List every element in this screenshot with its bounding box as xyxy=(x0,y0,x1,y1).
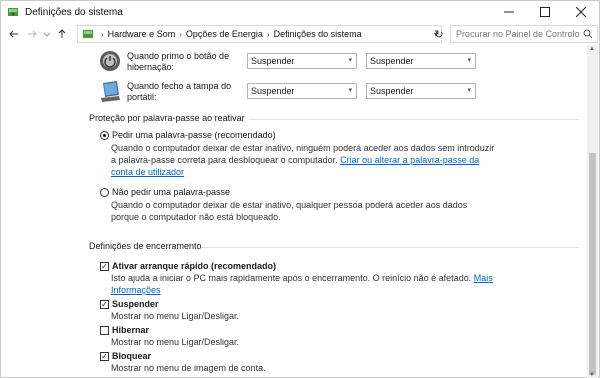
fast-startup-description: Isto ajuda a iniciar o PC mais rapidamen… xyxy=(111,272,496,296)
fast-startup-checkbox[interactable]: ✓ xyxy=(100,262,109,271)
control-panel-icon xyxy=(8,8,18,16)
no-password-radio[interactable] xyxy=(100,188,109,197)
hibernation-button-icon xyxy=(100,51,120,71)
description-text: Isto ajuda a iniciar o PC mais rapidamen… xyxy=(111,273,472,283)
forward-arrow-icon xyxy=(28,30,37,38)
lock-checkbox[interactable]: ✓ xyxy=(100,352,109,361)
close-icon xyxy=(576,7,586,17)
breadcrumb-separator-icon: › xyxy=(101,29,104,39)
lid-close-label: Quando fecho a tampa do portátil: xyxy=(127,81,232,102)
breadcrumb-separator-icon: › xyxy=(179,29,182,39)
navigation-bar: › Hardware e Som › Opções de Energia › D… xyxy=(1,23,599,45)
minimize-icon xyxy=(504,11,514,13)
vertical-scrollbar[interactable]: ▲ ▼ xyxy=(587,45,598,378)
no-password-label[interactable]: Não pedir uma palavra-passe xyxy=(112,187,230,197)
window-title: Definições do sistema xyxy=(25,6,123,18)
scrollbar-thumb[interactable] xyxy=(589,153,596,375)
sleep-description: Mostrar no menu Ligar/Desligar. xyxy=(111,311,240,321)
lock-description: Mostrar no menu de imagem de conta. xyxy=(111,363,266,373)
chevron-down-icon: ▾ xyxy=(467,87,471,94)
scroll-down-icon[interactable]: ▼ xyxy=(589,372,595,378)
lid-plugged-select[interactable]: Suspender ▾ xyxy=(366,83,476,99)
minimize-button[interactable] xyxy=(491,1,527,23)
require-password-label[interactable]: Pedir uma palavra-passe (recomendado) xyxy=(112,130,276,140)
up-button[interactable] xyxy=(53,25,71,43)
laptop-lid-icon xyxy=(101,81,120,102)
close-button[interactable] xyxy=(563,1,599,23)
power-button-row: Quando primo o botão de hibernação: Susp… xyxy=(99,49,579,75)
divider xyxy=(201,247,579,248)
search-input[interactable]: Procurar no Painel de Controlo xyxy=(450,25,598,43)
require-password-radio[interactable] xyxy=(100,131,109,140)
hibernate-checkbox[interactable] xyxy=(100,326,109,335)
recent-locations-button[interactable] xyxy=(41,25,53,43)
scroll-up-icon[interactable]: ▲ xyxy=(589,46,595,52)
search-icon xyxy=(583,29,593,39)
breadcrumb-separator-icon: › xyxy=(266,29,270,39)
maximize-button[interactable] xyxy=(527,1,563,23)
hibernation-battery-select[interactable]: Suspender ▾ xyxy=(247,53,357,69)
sleep-label[interactable]: Suspender xyxy=(112,299,159,309)
fast-startup-label[interactable]: Ativar arranque rápido (recomendado) xyxy=(112,261,276,271)
hibernation-label: Quando primo o botão de hibernação: xyxy=(127,51,230,72)
divider xyxy=(249,119,579,120)
hibernate-description: Mostrar no menu Ligar/Desligar. xyxy=(111,337,240,347)
title-bar: Definições do sistema xyxy=(1,1,599,23)
select-value: Suspender xyxy=(251,86,295,96)
select-value: Suspender xyxy=(370,86,414,96)
sleep-checkbox[interactable]: ✓ xyxy=(100,300,109,309)
select-value: Suspender xyxy=(370,56,414,66)
back-arrow-icon xyxy=(9,30,18,38)
select-value: Suspender xyxy=(251,56,295,66)
breadcrumb-hardware[interactable]: Hardware e Som xyxy=(108,29,176,39)
refresh-icon: ↻ xyxy=(434,28,444,41)
breadcrumb-system-settings[interactable]: Definições do sistema xyxy=(274,29,362,39)
no-password-description: Quando o computador deixar de estar inat… xyxy=(111,200,468,222)
window: Definições do sistema › Hardware e Som ›… xyxy=(0,0,600,378)
chevron-down-icon: ▾ xyxy=(467,57,471,64)
shutdown-section-title: Definições de encerramento xyxy=(89,241,202,251)
control-panel-icon xyxy=(83,30,93,38)
lock-label[interactable]: Bloquear xyxy=(112,351,151,361)
require-password-description: Quando o computador deixar de estar inat… xyxy=(111,142,496,178)
breadcrumb-power-options[interactable]: Opções de Energia xyxy=(186,29,263,39)
forward-button[interactable] xyxy=(23,25,41,43)
settings-content: Quando primo o botão de hibernação: Susp… xyxy=(1,45,587,378)
address-bar[interactable]: › Hardware e Som › Opções de Energia › D… xyxy=(77,25,442,43)
password-section-title: Proteção por palavra-passe ao reativar xyxy=(89,113,245,123)
back-button[interactable] xyxy=(5,25,23,43)
chevron-down-icon xyxy=(43,32,51,37)
hibernate-label[interactable]: Hibernar xyxy=(112,325,149,335)
maximize-icon xyxy=(540,7,550,17)
lid-close-row: Quando fecho a tampa do portátil: Suspen… xyxy=(99,79,579,105)
chevron-down-icon: ▾ xyxy=(348,87,352,94)
chevron-down-icon: ▾ xyxy=(348,57,352,64)
hibernation-plugged-select[interactable]: Suspender ▾ xyxy=(366,53,476,69)
refresh-button[interactable]: ↻ xyxy=(431,26,447,42)
lid-battery-select[interactable]: Suspender ▾ xyxy=(247,83,357,99)
search-placeholder: Procurar no Painel de Controlo xyxy=(456,29,580,39)
up-arrow-icon xyxy=(58,29,66,38)
